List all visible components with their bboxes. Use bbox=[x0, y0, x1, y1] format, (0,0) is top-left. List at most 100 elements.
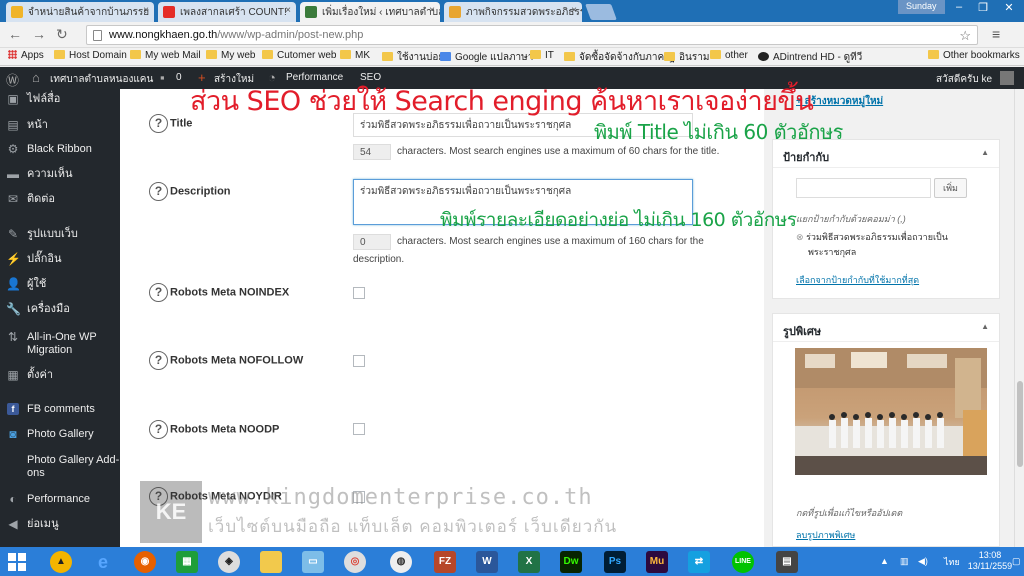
sidebar-item-performance[interactable]: ◐ Performance bbox=[0, 493, 120, 506]
excel-icon[interactable]: X bbox=[518, 551, 540, 573]
line-icon[interactable]: LINE bbox=[732, 551, 754, 573]
add-tag-button[interactable]: เพิ่ม bbox=[934, 178, 967, 198]
sidebar-item-migration[interactable]: ⇅ All-in-One WP Migration bbox=[0, 331, 120, 357]
photoshop-icon[interactable]: Ps bbox=[604, 551, 626, 573]
browser-tab-2[interactable]: เพลงสากลเศร้า COUNT! × bbox=[158, 2, 296, 22]
tray-arrow-icon[interactable]: ▲ bbox=[880, 556, 889, 567]
noodp-checkbox[interactable] bbox=[353, 423, 365, 435]
bookmark-apps[interactable]: Apps bbox=[8, 50, 44, 61]
teamviewer-icon[interactable]: ⇄ bbox=[688, 551, 710, 573]
noindex-checkbox[interactable] bbox=[353, 287, 365, 299]
close-icon[interactable]: × bbox=[285, 5, 291, 16]
reload-icon[interactable]: ↻ bbox=[56, 26, 68, 43]
input-language[interactable]: ไทย bbox=[944, 557, 960, 568]
windows-start-icon[interactable] bbox=[8, 553, 26, 571]
bookmark-folder[interactable]: ใช้งานบ่อย bbox=[382, 50, 444, 65]
sidebar-item-photo-gallery[interactable]: ◙ Photo Gallery bbox=[0, 428, 120, 441]
bookmark-folder[interactable]: IT bbox=[530, 50, 554, 61]
back-arrow-icon[interactable]: ← bbox=[8, 26, 22, 42]
sidebar-item-media[interactable]: ▣ ไฟล์สื่อ bbox=[0, 93, 120, 106]
muse-icon[interactable]: Mu bbox=[646, 551, 668, 573]
featured-image[interactable] bbox=[795, 348, 987, 475]
app-icon[interactable]: ◈ bbox=[218, 551, 240, 573]
bookmark-folder[interactable]: Host Domain bbox=[54, 50, 127, 61]
bookmark-folder[interactable]: อินราม bbox=[664, 50, 709, 65]
admin-comments-count[interactable]: 0 bbox=[176, 72, 182, 83]
word-icon[interactable]: W bbox=[476, 551, 498, 573]
sidebar-item-fb-comments[interactable]: f FB comments bbox=[0, 403, 120, 416]
bookmark-folder[interactable]: Cutomer web bbox=[262, 50, 336, 61]
page-scrollbar[interactable] bbox=[1014, 89, 1024, 547]
bookmark-other[interactable]: Other bookmarks bbox=[928, 50, 1020, 61]
sidebar-item-appearance[interactable]: ✎ รูปแบบเว็บ bbox=[0, 228, 120, 241]
avatar[interactable] bbox=[1000, 71, 1014, 85]
admin-greeting[interactable]: สวัสดีครับ ke bbox=[936, 72, 992, 87]
address-bar[interactable]: www.nongkhaen.go.th/www/wp-admin/post-ne… bbox=[86, 25, 978, 45]
network-icon[interactable]: ▥ bbox=[900, 556, 909, 567]
volume-icon[interactable]: ◀) bbox=[918, 556, 928, 567]
help-icon[interactable]: ? bbox=[149, 283, 168, 302]
browser-tab-3-active[interactable]: เพิ่มเรื่องใหม่ ‹ เทศบาลตำบลห × bbox=[300, 2, 440, 22]
popular-tags-link[interactable]: เลือกจากป้ายกำกับที่ใช้มากที่สุด bbox=[796, 273, 919, 287]
notifications-icon[interactable]: ▢ bbox=[1012, 556, 1021, 567]
close-window-icon[interactable]: ✕ bbox=[996, 1, 1022, 14]
scrollbar-thumb[interactable] bbox=[1017, 381, 1023, 467]
calculator-app-icon[interactable]: ▦ bbox=[176, 551, 198, 573]
help-icon[interactable]: ? bbox=[149, 182, 168, 201]
sidebar-item-black-ribbon[interactable]: ⚙ Black Ribbon bbox=[0, 143, 120, 156]
close-icon[interactable]: × bbox=[143, 5, 149, 16]
wordpress-logo-icon[interactable]: Ⓦ bbox=[6, 70, 19, 89]
forward-arrow-icon[interactable]: → bbox=[32, 26, 46, 42]
description-label: ? Description bbox=[149, 182, 231, 201]
bookmark-adintrend[interactable]: ADintrend HD - ดูทีวี bbox=[758, 50, 862, 65]
sidebar-item-pages[interactable]: ▤ หน้า bbox=[0, 119, 120, 132]
bookmark-folder[interactable]: other bbox=[710, 50, 748, 61]
file-explorer-icon[interactable] bbox=[260, 551, 282, 573]
filezilla-icon[interactable]: FZ bbox=[434, 551, 456, 573]
admin-site-name[interactable]: เทศบาลตำบลหนองแคน bbox=[50, 72, 153, 87]
bookmark-star-icon[interactable]: ☆ bbox=[959, 28, 971, 44]
dreamweaver-icon[interactable]: Dw bbox=[560, 551, 582, 573]
sidebar-item-collapse[interactable]: ◀ ย่อเมนู bbox=[0, 518, 120, 531]
sidebar-item-plugins[interactable]: ⚡ ปลั๊กอิน bbox=[0, 253, 120, 266]
sidebar-item-tools[interactable]: 🔧 เครื่องมือ bbox=[0, 303, 120, 316]
browser-tab-4[interactable]: ภาพกิจกรรมสวดพระอภิธรรม × bbox=[444, 2, 582, 22]
nofollow-checkbox[interactable] bbox=[353, 355, 365, 367]
toggle-arrow-icon[interactable]: ▲ bbox=[981, 322, 989, 331]
bookmark-folder[interactable]: My web Mail bbox=[130, 50, 201, 61]
firefox-icon[interactable]: ◉ bbox=[134, 551, 156, 573]
help-icon[interactable]: ? bbox=[149, 351, 168, 370]
help-icon[interactable]: ? bbox=[149, 420, 168, 439]
chrome-icon[interactable]: ◎ bbox=[344, 551, 366, 573]
minimize-icon[interactable]: – bbox=[946, 1, 972, 13]
taskbar-clock[interactable]: 13:08 13/11/2559 bbox=[964, 550, 1016, 572]
watermark: KE www.kingdomenterprise.co.th เว็บไซต์บ… bbox=[140, 481, 700, 545]
internet-explorer-icon[interactable]: e bbox=[92, 551, 114, 573]
toggle-arrow-icon[interactable]: ▲ bbox=[981, 148, 989, 157]
close-icon[interactable]: × bbox=[571, 5, 577, 16]
page-icon bbox=[93, 30, 102, 41]
new-tab-button[interactable] bbox=[585, 4, 617, 20]
app-icon[interactable]: ▲ bbox=[50, 551, 72, 573]
remove-tag-icon[interactable]: ⊗ bbox=[796, 232, 804, 242]
chrome-menu-icon[interactable]: ≡ bbox=[992, 26, 1000, 42]
bookmark-folder[interactable]: MK bbox=[340, 50, 370, 61]
sidebar-item-users[interactable]: 👤 ผู้ใช้ bbox=[0, 278, 120, 291]
bookmark-folder[interactable]: จัดซื้อจัดจ้างกับภาครัฐ bbox=[564, 50, 675, 65]
remove-featured-image-link[interactable]: ลบรูปภาพพิเศษ bbox=[796, 528, 855, 542]
calculator-icon[interactable]: ▤ bbox=[776, 551, 798, 573]
close-icon[interactable]: × bbox=[429, 5, 435, 16]
help-icon[interactable]: ? bbox=[149, 114, 168, 133]
app-icon[interactable]: ▭ bbox=[302, 551, 324, 573]
browser-tab-1[interactable]: จำหน่ายสินค้าจากบ้านภรรย × bbox=[6, 2, 154, 22]
app-icon[interactable]: ◍ bbox=[390, 551, 412, 573]
sidebar-item-comments[interactable]: ▬ ความเห็น bbox=[0, 168, 120, 181]
windows-taskbar: ▲ e ◉ ▦ ◈ ▭ ◎ ◍ FZ W X Dw Ps Mu ⇄ LINE ▤… bbox=[0, 547, 1024, 576]
sidebar-item-settings[interactable]: ▦ ตั้งค่า bbox=[0, 369, 120, 382]
sidebar-item-photo-gallery-addons[interactable]: Photo Gallery Add-ons bbox=[0, 454, 120, 480]
sidebar-item-contact[interactable]: ✉ ติดต่อ bbox=[0, 193, 120, 206]
maximize-icon[interactable]: ❐ bbox=[970, 1, 996, 14]
bookmark-folder[interactable]: My web bbox=[206, 50, 255, 61]
tag-input[interactable] bbox=[796, 178, 931, 198]
bookmark-google-translate[interactable]: Google แปลภาษา bbox=[440, 50, 533, 65]
